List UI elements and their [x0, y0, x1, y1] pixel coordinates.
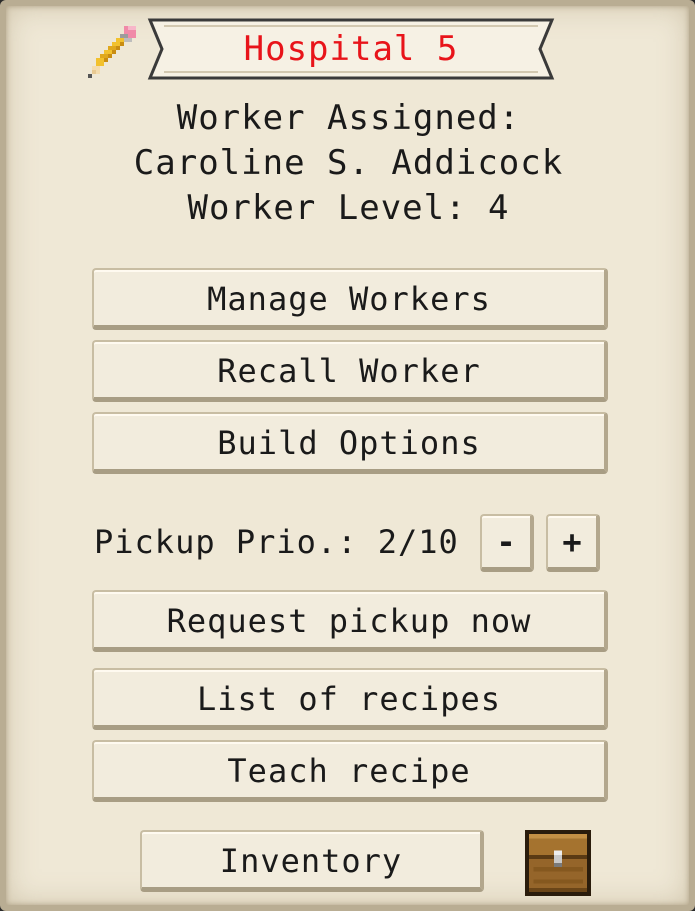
request-pickup-button[interactable]: Request pickup now [92, 590, 608, 652]
worker-level: Worker Level: 4 [187, 188, 510, 228]
worker-assigned-label: Worker Assigned: [176, 98, 521, 138]
building-title: Hospital 5 [243, 29, 459, 69]
pencil-icon[interactable] [80, 22, 144, 86]
building-panel: Hospital 5 Worker Assigned: Caroline S. … [0, 0, 695, 911]
inventory-button[interactable]: Inventory [140, 830, 484, 892]
priority-decrease-button[interactable]: - [480, 514, 534, 572]
chest-icon[interactable] [524, 830, 592, 896]
recall-worker-button[interactable]: Recall Worker [92, 340, 608, 402]
list-recipes-button[interactable]: List of recipes [92, 668, 608, 730]
priority-increase-button[interactable]: + [546, 514, 600, 572]
pickup-priority-label: Pickup Prio.: 2/10 [94, 523, 459, 561]
manage-workers-button[interactable]: Manage Workers [92, 268, 608, 330]
teach-recipe-button[interactable]: Teach recipe [92, 740, 608, 802]
worker-name: Caroline S. Addicock [133, 143, 564, 183]
build-options-button[interactable]: Build Options [92, 412, 608, 474]
